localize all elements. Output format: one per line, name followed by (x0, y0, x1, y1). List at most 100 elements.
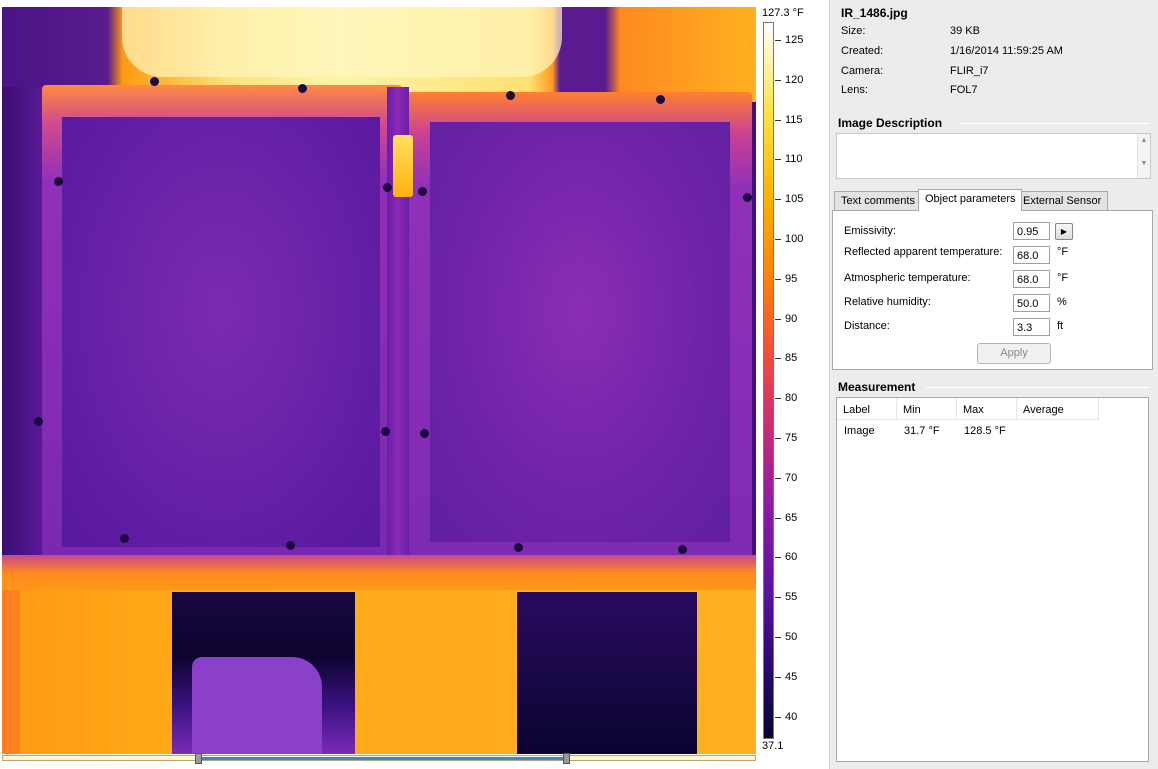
thermal-left-panel-inner (62, 117, 380, 547)
scale-tick-mark (775, 239, 781, 240)
scale-tick-label: 110 (785, 153, 803, 166)
distance-unit: ft (1057, 320, 1064, 332)
range-slider-right-handle[interactable] (563, 753, 570, 764)
scroll-up-icon[interactable]: ▲ (1138, 137, 1150, 144)
thermal-fastener (678, 545, 687, 554)
relative-humidity-input[interactable]: 50.0 (1013, 294, 1050, 312)
distance-label: Distance: (844, 320, 890, 332)
scale-tick-mark (775, 79, 781, 81)
relative-humidity-unit: % (1057, 296, 1067, 308)
reflected-temperature-label: Reflected apparent temperature: (844, 246, 1003, 258)
thermal-fastener (298, 84, 307, 93)
column-header-average[interactable]: Average (1017, 398, 1099, 420)
thermal-fastener (381, 427, 390, 436)
apply-button[interactable]: Apply (977, 343, 1051, 364)
scale-tick-label: 50 (785, 631, 798, 643)
scale-tick-label: 85 (785, 352, 798, 365)
scale-tick-label: 75 (785, 432, 798, 444)
emissivity-label: Emissivity: (844, 225, 896, 237)
measurement-table[interactable]: Label Min Max Average Image 31.7 °F 128.… (836, 397, 1149, 762)
reflected-temperature-input[interactable]: 68.0 (1013, 246, 1050, 264)
reflected-temperature-unit: °F (1057, 246, 1069, 258)
thermal-fastener (150, 77, 159, 86)
tab-object-parameters[interactable]: Object parameters (918, 189, 1023, 211)
section-divider (960, 123, 1150, 124)
range-slider-left-handle[interactable] (194, 753, 202, 764)
range-slider-fill (198, 757, 567, 760)
thermal-hot-spot (393, 135, 413, 197)
scale-max-label: 127.3 °F (762, 7, 804, 19)
scale-tick-mark (775, 278, 781, 280)
info-size-value: 39 KB (950, 25, 980, 37)
thermal-fastener (418, 187, 427, 196)
info-lens-key: Lens: (841, 84, 868, 96)
tab-text-comments[interactable]: Text comments (834, 191, 922, 210)
tab-external-sensor[interactable]: External Sensor (1016, 191, 1109, 210)
scale-tick-label: 55 (785, 591, 798, 604)
column-header-min[interactable]: Min (897, 398, 957, 420)
thermal-fastener (286, 541, 295, 550)
thermal-cold-object (192, 657, 322, 754)
scale-tick-label: 45 (785, 670, 798, 683)
scale-tick-mark (775, 637, 781, 638)
cell-max: 128.5 °F (964, 425, 1006, 437)
image-description-textarea[interactable] (836, 133, 1151, 179)
thermal-bottom-left-edge (2, 590, 20, 754)
play-icon: ▶ (1060, 227, 1068, 236)
scale-tick-label: 70 (785, 471, 798, 484)
scale-tick-mark (775, 676, 781, 678)
scale-tick-mark (775, 477, 781, 479)
info-camera-value: FLIR_i7 (950, 65, 989, 77)
column-header-max[interactable]: Max (957, 398, 1017, 420)
info-created-key: Created: (841, 45, 884, 57)
scale-tick-mark (775, 119, 781, 121)
thermal-fastener (506, 91, 515, 100)
scale-tick-mark (775, 199, 781, 201)
image-description-title: Image Description (838, 116, 943, 130)
info-size-key: Size: (841, 25, 866, 37)
scale-tick-mark (775, 398, 781, 400)
scale-tick-mark (775, 40, 781, 41)
thermal-fastener (514, 543, 523, 552)
thermal-image[interactable] (2, 7, 756, 754)
thermal-top-glow (122, 7, 562, 77)
scale-tick-label: 40 (785, 710, 798, 723)
atmospheric-temperature-unit: °F (1057, 272, 1069, 284)
scale-tick-mark (775, 597, 781, 599)
info-lens-value: FOL7 (950, 84, 978, 96)
scale-tick-mark (775, 358, 781, 360)
info-camera-key: Camera: (841, 65, 884, 77)
range-slider[interactable] (2, 753, 756, 764)
scroll-down-icon[interactable]: ▼ (1138, 160, 1150, 167)
scale-tick-label: 80 (785, 392, 798, 405)
scale-tick-mark (775, 716, 781, 718)
scale-min-label: 37.1 (762, 740, 784, 752)
thermal-fastener (34, 417, 43, 426)
scale-tick-mark (775, 318, 781, 320)
relative-humidity-label: Relative humidity: (844, 296, 931, 308)
info-panel: IR_1486.jpg Size: 39 KB Created: 1/16/20… (829, 0, 1158, 769)
scale-tick-label: 90 (785, 312, 798, 325)
scale-tick-label: 105 (785, 193, 804, 206)
scale-tick-label: 115 (785, 113, 803, 126)
atmospheric-temperature-label: Atmospheric temperature: (844, 272, 971, 284)
thermal-fastener (743, 193, 752, 202)
atmospheric-temperature-input[interactable]: 68.0 (1013, 270, 1050, 288)
thermal-fastener (656, 95, 665, 104)
scale-tick-label: 120 (785, 73, 804, 86)
cell-min: 31.7 °F (904, 425, 940, 437)
description-scrollbar[interactable]: ▲ ▼ (1137, 134, 1150, 178)
emissivity-input[interactable]: 0.95 (1013, 222, 1050, 240)
scale-tick-label: 125 (785, 34, 804, 46)
scale-tick-label: 100 (785, 233, 804, 245)
thermal-fastener (420, 429, 429, 438)
thermal-fastener (120, 534, 129, 543)
scale-tick-label: 65 (785, 511, 798, 524)
emissivity-table-button[interactable]: ▶ (1055, 223, 1073, 240)
scale-tick-label: 60 (785, 551, 798, 564)
scale-tick-mark (775, 438, 781, 439)
temperature-scale-bar[interactable] (763, 22, 774, 739)
distance-input[interactable]: 3.3 (1013, 318, 1050, 336)
file-name: IR_1486.jpg (841, 6, 908, 20)
column-header-label[interactable]: Label (837, 398, 897, 420)
